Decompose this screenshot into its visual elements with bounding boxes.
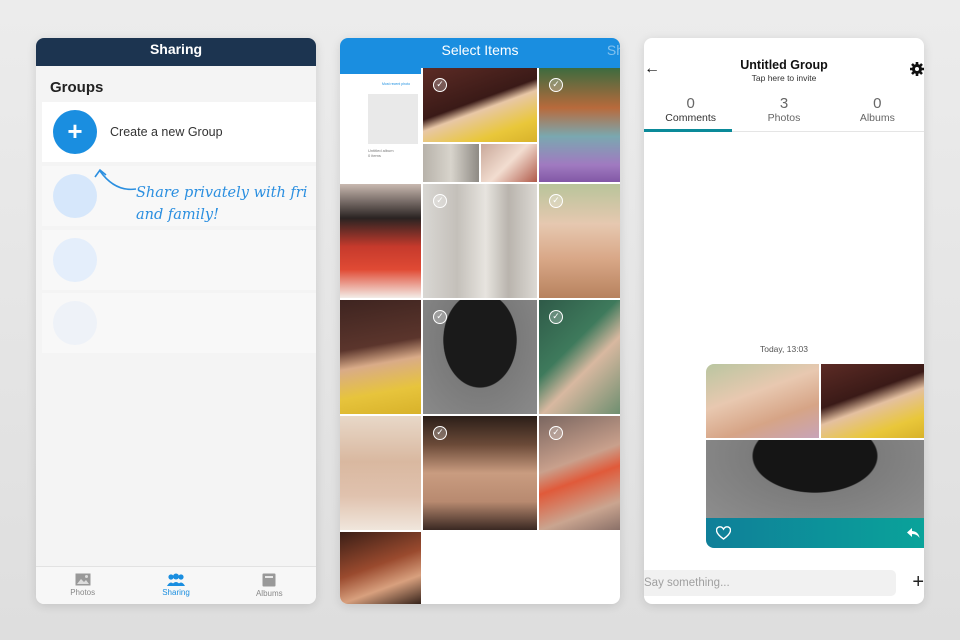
photo-thumbnail[interactable] <box>340 300 421 414</box>
back-arrow-icon[interactable]: ← <box>644 60 660 78</box>
people-icon <box>166 573 185 586</box>
select-items-title: Select Items <box>441 42 519 58</box>
tab-comments[interactable]: 0 Comments <box>644 88 737 131</box>
mini-topbar <box>340 68 421 74</box>
albums-label: Albums <box>859 112 895 124</box>
check-icon[interactable]: ✓ <box>549 78 563 92</box>
message-photo[interactable] <box>706 440 924 520</box>
photo-thumbnail[interactable] <box>481 144 537 182</box>
photo-thumbnail[interactable] <box>340 416 421 530</box>
photo-thumbnail[interactable]: ✓ <box>423 300 537 414</box>
heart-icon[interactable] <box>716 526 731 540</box>
message-photo[interactable] <box>706 364 819 438</box>
tab-photos[interactable]: 3 Photos <box>737 88 830 131</box>
select-items-screen: Select Items Sh Most recent photo Untitl… <box>340 38 620 604</box>
photo-thumbnail[interactable]: ✓ <box>539 416 620 530</box>
create-group-row[interactable]: + Create a new Group <box>42 102 316 162</box>
avatar-placeholder <box>53 301 97 345</box>
mini-link-text: Most recent photo <box>382 82 411 86</box>
message-input[interactable] <box>644 570 896 596</box>
message-photo[interactable] <box>821 364 924 438</box>
mini-album-name: Untitled album 0 items <box>368 148 394 158</box>
tab-sharing[interactable]: Sharing <box>129 567 222 604</box>
sharing-title: Sharing <box>36 38 316 66</box>
check-icon[interactable]: ✓ <box>433 426 447 440</box>
tab-albums[interactable]: Albums <box>223 567 316 604</box>
albums-icon <box>262 573 276 587</box>
check-icon[interactable]: ✓ <box>549 194 563 208</box>
photo-thumbnail[interactable] <box>423 144 479 182</box>
share-hint-line1: Share privately with fri <box>136 185 308 201</box>
tab-photos[interactable]: Photos <box>36 567 129 604</box>
group-tabs: 0 Comments 3 Photos 0 Albums <box>644 88 924 132</box>
check-icon[interactable]: ✓ <box>549 310 563 324</box>
mini-album-thumb <box>368 94 418 144</box>
group-header[interactable]: ← Untitled Group Tap here to invite <box>644 38 924 88</box>
add-attachment-button[interactable]: + <box>912 572 924 592</box>
photo-thumbnail[interactable]: ✓ <box>539 68 620 182</box>
avatar-placeholder <box>53 174 97 218</box>
invite-subtitle[interactable]: Tap here to invite <box>644 73 924 83</box>
photo-thumbnail[interactable] <box>340 532 421 604</box>
check-icon[interactable]: ✓ <box>433 78 447 92</box>
group-placeholder-row <box>42 230 316 290</box>
groups-heading: Groups <box>50 79 104 96</box>
tab-photos-label: Photos <box>70 588 96 597</box>
shared-photos-message[interactable] <box>706 364 924 548</box>
photos-icon <box>75 573 91 586</box>
photo-thumbnail[interactable]: ✓ <box>539 184 620 298</box>
sharing-screen: Sharing Groups + Create a new Group Shar… <box>36 38 316 604</box>
comments-label: Comments <box>665 112 717 124</box>
mini-album-meta: 0 items <box>368 153 381 158</box>
photos-label: Photos <box>767 112 801 124</box>
tab-sharing-label: Sharing <box>162 588 190 597</box>
comments-count: 0 <box>686 95 695 112</box>
message-timestamp: Today, 13:03 <box>759 344 809 354</box>
active-tab-indicator <box>644 129 732 132</box>
create-group-label: Create a new Group <box>110 125 223 139</box>
tab-albums-label: Albums <box>255 589 283 598</box>
bottom-tab-bar: Photos Sharing Albums <box>36 566 316 604</box>
app-screenshot-thumbnail[interactable]: Most recent photo Untitled album 0 items <box>340 68 421 182</box>
photo-grid: Most recent photo Untitled album 0 items… <box>340 68 620 604</box>
photo-thumbnail[interactable] <box>340 184 421 298</box>
photo-thumbnail[interactable]: ✓ <box>539 300 620 414</box>
photo-thumbnail[interactable]: ✓ <box>423 184 537 298</box>
avatar-placeholder <box>53 238 97 282</box>
share-hint: Share privately with fri and family! <box>136 182 316 226</box>
reply-icon[interactable] <box>906 527 920 539</box>
photo-thumbnail[interactable]: ✓ <box>423 68 537 142</box>
group-screen: ← Untitled Group Tap here to invite 0 Co… <box>644 38 924 604</box>
photos-count: 3 <box>779 95 789 112</box>
plus-icon[interactable]: + <box>53 110 97 154</box>
share-hint-line2: and family! <box>136 207 219 223</box>
group-title: Untitled Group <box>740 58 828 72</box>
check-icon[interactable]: ✓ <box>549 426 563 440</box>
photo-thumbnail[interactable]: ✓ <box>423 416 537 530</box>
gear-icon[interactable] <box>910 62 924 76</box>
tab-albums[interactable]: 0 Albums <box>831 88 924 131</box>
select-items-header: Select Items Sh <box>340 38 620 68</box>
check-icon[interactable]: ✓ <box>433 194 447 208</box>
group-placeholder-row <box>42 293 316 353</box>
share-action-button[interactable]: Sh <box>607 38 620 62</box>
albums-count: 0 <box>873 95 882 112</box>
curved-arrow-icon <box>94 168 137 191</box>
message-action-bar <box>706 518 924 548</box>
check-icon[interactable]: ✓ <box>433 310 447 324</box>
